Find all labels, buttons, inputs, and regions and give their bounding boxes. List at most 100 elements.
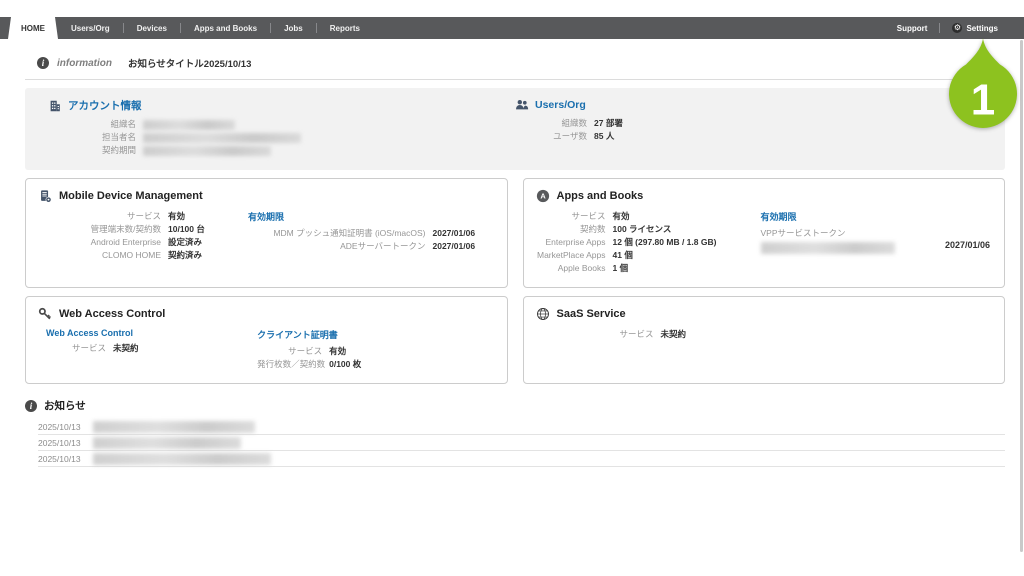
row-label: ADEサーバートークン <box>340 240 425 253</box>
announcement-title-link[interactable]: お知らせタイトル2025/10/13 <box>128 56 251 70</box>
row-value: 設定済み <box>168 236 202 249</box>
row-label: サービス <box>257 345 322 358</box>
row-label: CLOMO HOME <box>38 249 161 262</box>
news-item[interactable]: 2025/10/13 <box>38 451 1005 467</box>
tab-reports[interactable]: Reports <box>317 17 373 39</box>
building-icon <box>48 99 62 113</box>
row-value: 0/100 枚 <box>329 358 361 371</box>
main-content: information お知らせタイトル2025/10/13 アカウント情報 組… <box>25 39 1005 467</box>
row-label: Android Enterprise <box>38 236 161 249</box>
settings-button[interactable]: Settings <box>940 23 1010 33</box>
row-value: 85 人 <box>594 130 614 143</box>
redacted-value <box>143 120 235 130</box>
information-bar: information お知らせタイトル2025/10/13 <box>25 39 1005 80</box>
row-label: サービス <box>536 210 606 223</box>
row-value: 1 個 <box>613 262 629 275</box>
news-date: 2025/10/13 <box>38 454 93 464</box>
news-item[interactable]: 2025/10/13 <box>38 419 1005 435</box>
mdm-card-title: Mobile Device Management <box>59 190 203 202</box>
redacted-vpp-token <box>761 242 895 254</box>
row-value: 有効 <box>329 345 346 358</box>
row-value: 2027/01/06 <box>433 227 495 240</box>
vpp-token-label: VPPサービストークン <box>761 227 993 239</box>
apps-expiry-link[interactable]: 有効期限 <box>761 210 993 223</box>
row-label: Enterprise Apps <box>536 236 606 249</box>
row-label: MDM プッシュ通知証明書 (iOS/macOS) <box>273 227 425 240</box>
redacted-news-text <box>93 421 255 433</box>
row-value: 2027/01/06 <box>433 240 495 253</box>
web-access-link[interactable]: Web Access Control <box>38 328 257 338</box>
redacted-news-text <box>93 453 271 465</box>
news-date: 2025/10/13 <box>38 422 93 432</box>
apps-books-card: A Apps and Books サービス有効 契約数 100 ライセンス Ent… <box>523 178 1006 288</box>
device-gear-icon <box>38 189 52 203</box>
account-row: 担当者名 <box>48 131 515 144</box>
annotation-badge-1: 1 <box>945 37 1021 138</box>
gear-icon <box>952 23 962 33</box>
saas-service-card: SaaS Service サービス未契約 <box>523 296 1006 384</box>
information-label: information <box>57 58 112 69</box>
account-panel: アカウント情報 組織名 担当者名 契約期間 <box>25 88 1005 170</box>
row-label: Apple Books <box>536 262 606 275</box>
apps-expiry-block: 有効期限 VPPサービストークン 2027/01/06 <box>761 210 993 254</box>
row-value: 未契約 <box>113 342 139 355</box>
row-value: 未契約 <box>661 328 687 341</box>
mdm-card: Mobile Device Management サービス有効 管理端末数/契約… <box>25 178 508 288</box>
apps-books-card-title: Apps and Books <box>557 190 644 202</box>
row-label: サービス <box>536 328 654 341</box>
account-info-title[interactable]: アカウント情報 <box>68 98 142 113</box>
client-cert-subsection: クライアント証明書 サービス有効 発行枚数／契約数 0/100 枚 <box>257 328 494 371</box>
support-label: Support <box>897 24 928 33</box>
mdm-expiry-link[interactable]: 有効期限 <box>248 210 495 223</box>
row-value: 12 個 (297.80 MB / 1.8 GB) <box>613 236 717 249</box>
tab-home[interactable]: HOME <box>8 17 58 39</box>
row-value: 10/100 台 <box>168 223 205 236</box>
redacted-news-text <box>93 437 241 449</box>
row-label: 管理端末数/契約数 <box>38 223 161 236</box>
users-icon <box>515 98 529 112</box>
tab-apps-and-books[interactable]: Apps and Books <box>181 17 270 39</box>
users-org-title[interactable]: Users/Org <box>535 99 586 111</box>
row-value: 27 部署 <box>594 117 623 130</box>
vpp-token-expiry-date: 2027/01/06 <box>945 240 990 250</box>
account-row-label: 担当者名 <box>48 131 136 144</box>
users-org-row: ユーザ数 85 人 <box>515 130 1005 143</box>
account-row-label: 契約期間 <box>48 144 136 157</box>
row-value: 100 ライセンス <box>613 223 672 236</box>
appstore-icon: A <box>536 189 550 203</box>
tab-jobs[interactable]: Jobs <box>271 17 316 39</box>
saas-card-title: SaaS Service <box>557 308 626 320</box>
row-label: サービス <box>38 342 106 355</box>
client-cert-link[interactable]: クライアント証明書 <box>257 328 494 341</box>
tab-devices[interactable]: Devices <box>124 17 180 39</box>
row-value: 有効 <box>613 210 630 223</box>
web-access-card: Web Access Control Web Access Control サー… <box>25 296 508 384</box>
support-link[interactable]: Support <box>885 24 940 33</box>
account-row: 契約期間 <box>48 144 515 157</box>
users-org-section: Users/Org 組織数 27 部署 ユーザ数 85 人 <box>515 98 1005 157</box>
row-label: サービス <box>38 210 161 223</box>
users-org-row: 組織数 27 部署 <box>515 117 1005 130</box>
web-access-subsection: Web Access Control サービス未契約 <box>38 328 257 371</box>
news-item[interactable]: 2025/10/13 <box>38 435 1005 451</box>
web-access-card-title: Web Access Control <box>59 308 165 320</box>
globe-icon <box>536 307 550 321</box>
row-label: ユーザ数 <box>515 130 587 143</box>
key-icon <box>38 307 52 321</box>
redacted-value <box>143 146 271 156</box>
redacted-value <box>143 133 301 143</box>
row-label: 契約数 <box>536 223 606 236</box>
row-label: MarketPlace Apps <box>536 249 606 262</box>
news-date: 2025/10/13 <box>38 438 93 448</box>
mdm-expiry-block: 有効期限 MDM プッシュ通知証明書 (iOS/macOS) 2027/01/06… <box>248 210 495 253</box>
settings-label: Settings <box>966 24 998 33</box>
main-nav: HOME Users/Org Devices Apps and Books Jo… <box>0 17 1024 39</box>
window-top-strip <box>0 0 1024 17</box>
tab-users-org[interactable]: Users/Org <box>58 17 123 39</box>
info-icon <box>37 57 49 69</box>
row-value: 契約済み <box>168 249 202 262</box>
news-section: お知らせ 2025/10/13 2025/10/13 2025/10/13 <box>25 398 1005 467</box>
row-label: 発行枚数／契約数 <box>257 358 322 371</box>
info-icon <box>25 400 37 412</box>
account-info-section: アカウント情報 組織名 担当者名 契約期間 <box>25 98 515 157</box>
